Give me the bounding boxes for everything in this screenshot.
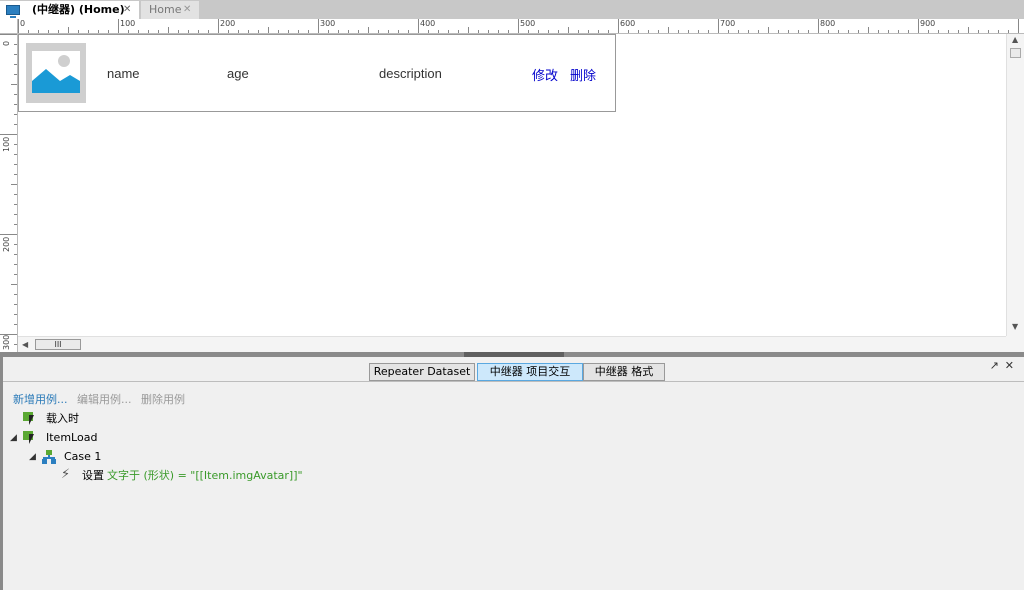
tab-home[interactable]: Home ✕	[141, 1, 199, 19]
case-1[interactable]: Case 1	[42, 449, 112, 465]
ruler-label: 700	[720, 19, 736, 28]
scroll-left-icon[interactable]: ◀	[22, 340, 28, 349]
image-placeholder-icon[interactable]	[26, 43, 86, 103]
panel-controls: ↗✕	[990, 359, 1020, 372]
delete-case-button[interactable]: 删除用例	[141, 393, 185, 406]
case-label: Case 1	[64, 450, 102, 463]
lightning-action-icon: ⚡	[61, 467, 71, 482]
tab-label: Home	[149, 3, 182, 16]
panel-divider	[3, 381, 1024, 382]
tab-label: (中继器) (Home)	[32, 3, 125, 16]
column-age[interactable]: age	[227, 66, 249, 81]
ruler-corner	[0, 19, 18, 34]
action-set-text[interactable]: ⚡ 设置 文字于 (形状) = "[[Item.imgAvatar]]"	[61, 467, 303, 484]
vertical-scrollbar[interactable]: ▲ ▼	[1006, 34, 1024, 336]
ruler-label: 400	[420, 19, 436, 28]
case-icon	[42, 450, 56, 464]
horizontal-scroll-thumb[interactable]: III	[35, 339, 81, 350]
close-icon[interactable]: ✕	[183, 1, 191, 19]
event-icon	[23, 431, 37, 445]
ruler-label: 300	[2, 334, 11, 350]
ruler-label: 800	[820, 19, 836, 28]
event-label: ItemLoad	[46, 431, 98, 444]
ruler-label: 0	[20, 19, 26, 28]
event-icon	[23, 412, 37, 426]
delete-link[interactable]: 删除	[570, 65, 596, 84]
ruler-label: 100	[120, 19, 136, 28]
tab-repeater-item-interaction[interactable]: 中继器 项目交互	[477, 363, 583, 381]
document-tab-bar: (中继器) (Home) ✕ Home ✕	[0, 0, 1024, 19]
ruler-label: 600	[620, 19, 636, 28]
add-case-button[interactable]: 新增用例...	[13, 393, 68, 406]
tab-page-icon	[6, 5, 20, 18]
tab-repeater-style[interactable]: 中继器 格式	[583, 363, 665, 381]
ruler-label: 500	[520, 19, 536, 28]
repeater-widget[interactable]: name age description 修改 删除	[18, 34, 616, 112]
event-label: 载入时	[46, 412, 79, 425]
interaction-panel: ↗✕ Repeater Dataset 中继器 项目交互 中继器 格式 新增用例…	[0, 357, 1024, 590]
ruler-label: 300	[320, 19, 336, 28]
expand-triangle-icon[interactable]: ◢	[10, 433, 17, 443]
case-actions: 新增用例... 编辑用例... 删除用例	[13, 391, 191, 407]
ruler-ticks	[0, 34, 17, 345]
event-itemload[interactable]: ItemLoad	[23, 430, 103, 446]
event-onload[interactable]: 载入时	[23, 411, 103, 427]
edit-case-button[interactable]: 编辑用例...	[77, 393, 132, 406]
ruler-label: 900	[920, 19, 936, 28]
action-prefix: 设置	[82, 469, 104, 482]
tab-repeater-home[interactable]: (中继器) (Home) ✕	[0, 1, 139, 19]
scroll-down-icon[interactable]: ▼	[1012, 322, 1018, 331]
design-canvas[interactable]: name age description 修改 删除	[18, 34, 1006, 336]
edit-link[interactable]: 修改	[532, 65, 558, 84]
close-icon[interactable]: ✕	[123, 1, 131, 19]
horizontal-ruler: 0 100 200 300 400 500 600 700 800 900	[18, 19, 1024, 34]
ruler-label: 0	[2, 40, 11, 46]
ruler-label: 100	[2, 136, 11, 152]
action-detail: 文字于 (形状) = "[[Item.imgAvatar]]"	[107, 469, 303, 482]
column-description[interactable]: description	[379, 66, 442, 81]
ruler-label: 200	[220, 19, 236, 28]
popout-icon[interactable]: ↗	[990, 359, 1005, 372]
vertical-ruler: 0 100 200 300	[0, 34, 18, 352]
tab-repeater-dataset[interactable]: Repeater Dataset	[369, 363, 475, 381]
horizontal-scrollbar[interactable]: ◀ III	[18, 336, 1006, 352]
close-icon[interactable]: ✕	[1005, 359, 1020, 372]
scroll-up-icon[interactable]: ▲	[1012, 35, 1018, 44]
vertical-scroll-thumb[interactable]	[1010, 48, 1021, 58]
scroll-corner	[1006, 336, 1024, 352]
column-name[interactable]: name	[107, 66, 140, 81]
ruler-label: 200	[2, 236, 11, 252]
expand-triangle-icon[interactable]: ◢	[29, 452, 36, 462]
